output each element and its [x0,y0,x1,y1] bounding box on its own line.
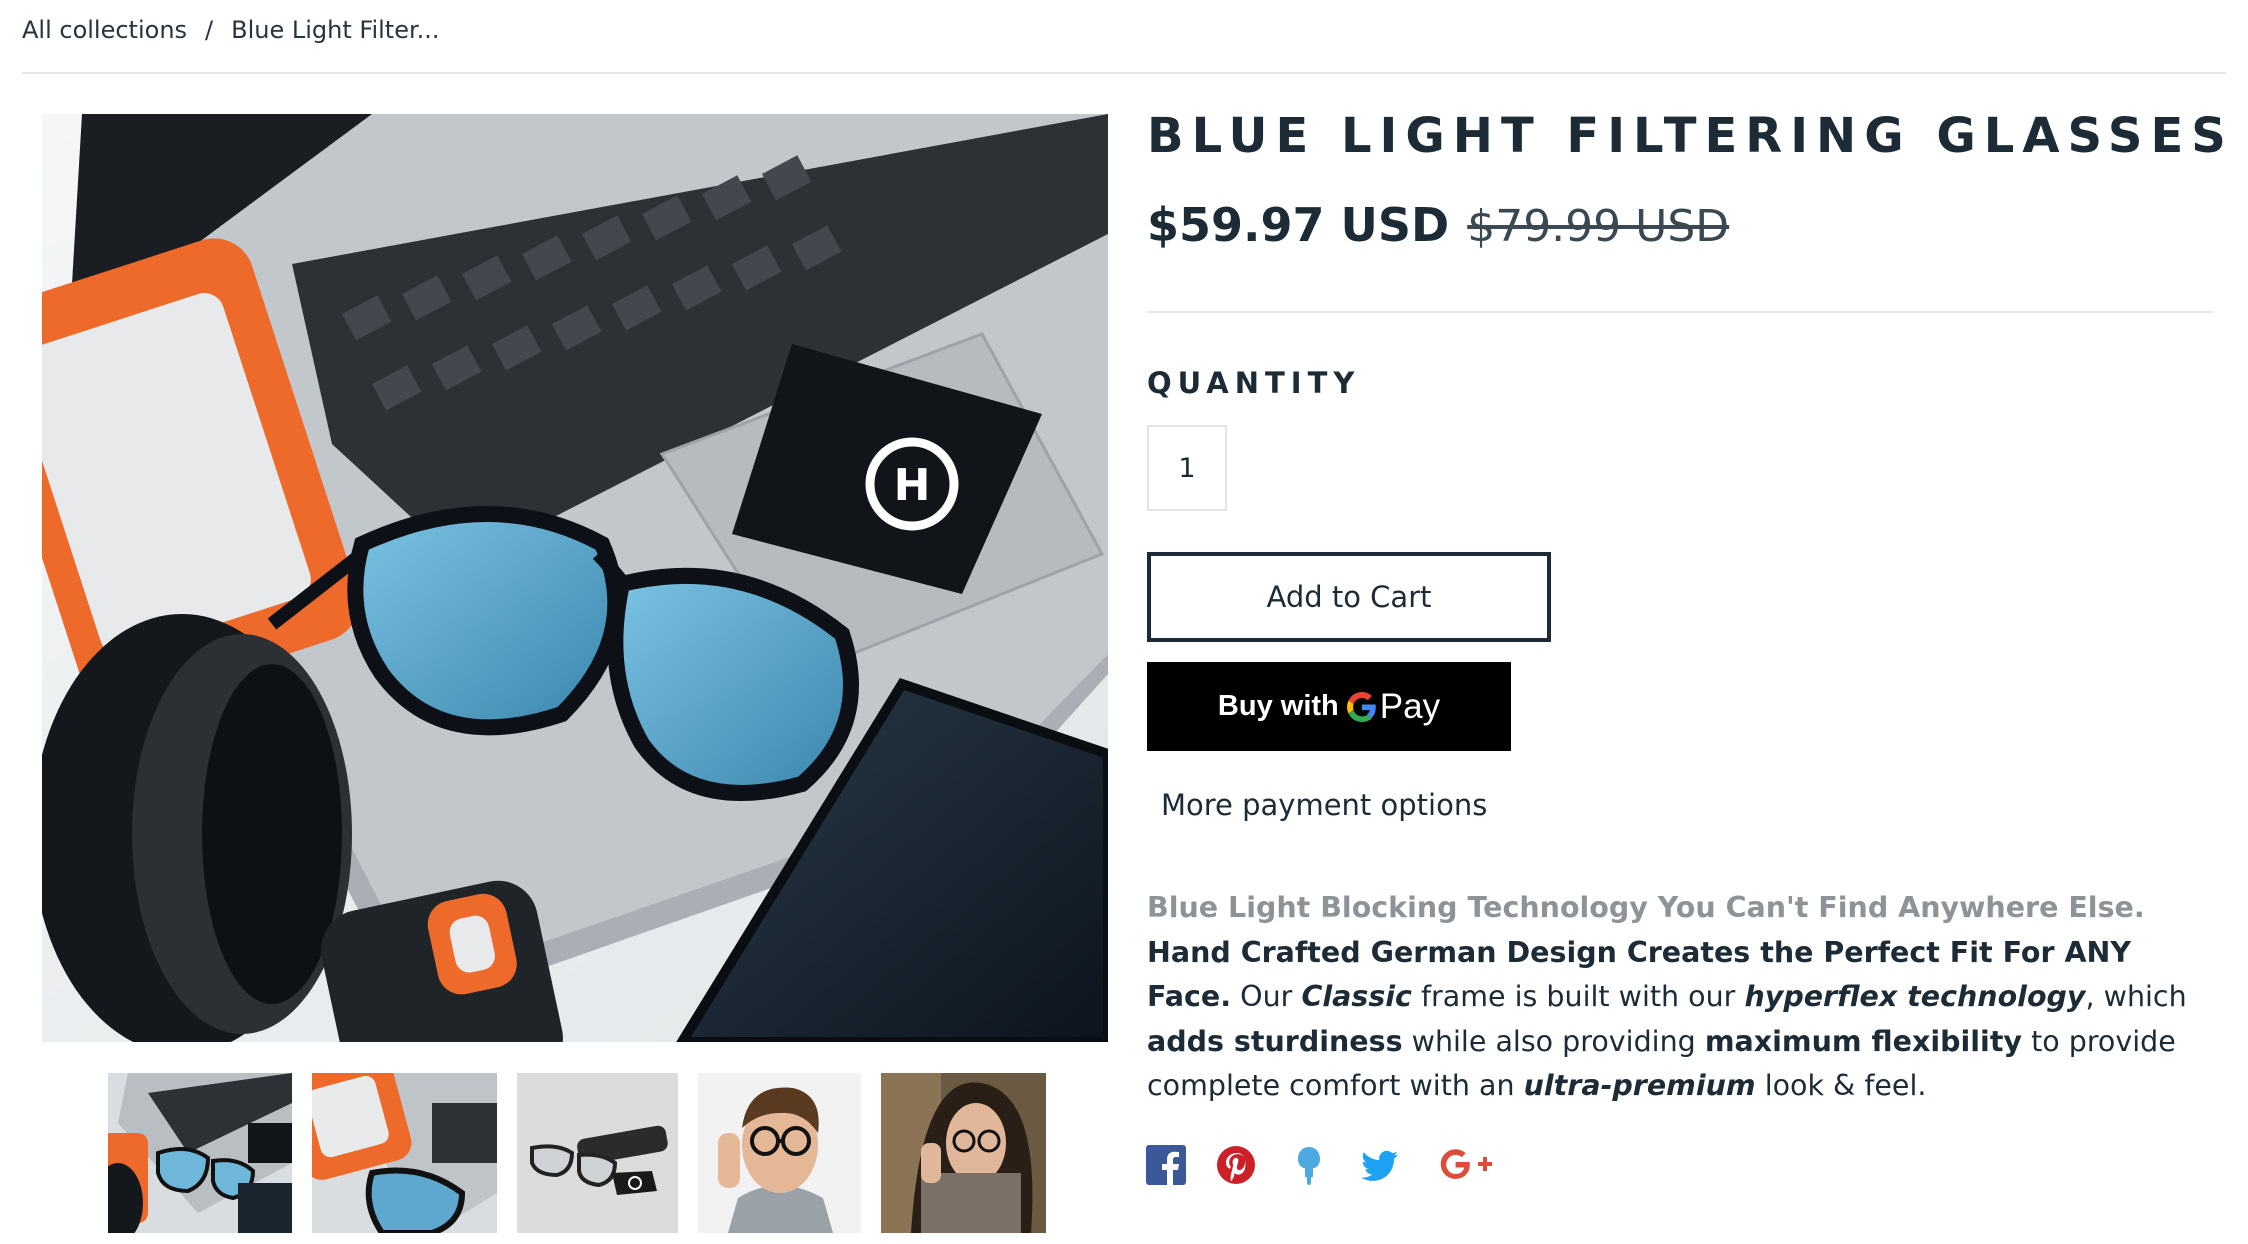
header-divider [22,72,2226,74]
twitter-icon[interactable] [1360,1145,1400,1185]
gpay-pay-label: Pay [1379,686,1441,726]
sale-price: $59.97 USD [1147,198,1450,252]
gpay-buy-with-label: Buy with [1217,690,1339,722]
description-text: while also providing [1411,1024,1696,1058]
facebook-icon[interactable] [1146,1145,1186,1185]
thumbnail-5[interactable] [881,1073,1046,1233]
description-bold: maximum flexibility [1704,1024,2023,1058]
google-g-icon [1346,691,1377,722]
quantity-label: QUANTITY [1147,366,1361,400]
breadcrumb-separator: / [205,16,214,44]
breadcrumb-current: Blue Light Filter... [231,16,440,44]
fancy-icon[interactable] [1289,1145,1329,1185]
buy-with-google-pay-button[interactable]: Buy with Pay [1147,662,1511,751]
thumbnail-3[interactable] [517,1073,678,1233]
description-emphasis: hyperflex technology [1744,980,2086,1013]
more-payment-options-link[interactable]: More payment options [1161,788,1487,822]
description-text: look & feel. [1764,1069,1927,1102]
product-title: BLUE LIGHT FILTERING GLASSES [1147,108,2234,164]
google-plus-icon[interactable] [1438,1145,1494,1185]
pinterest-icon[interactable] [1216,1145,1256,1185]
product-description: Blue Light Blocking Technology You Can't… [1147,886,2217,1109]
description-emphasis: ultra-premium [1523,1069,1756,1102]
compare-at-price: $79.99 USD [1467,201,1730,252]
description-tagline: Blue Light Blocking Technology You Can't… [1147,891,2145,924]
description-bold: adds sturdiness [1147,1024,1403,1058]
quantity-input[interactable] [1147,425,1227,511]
thumbnail-1[interactable] [108,1073,292,1233]
price-divider [1147,311,2213,313]
description-emphasis: Classic [1301,980,1412,1013]
description-text: frame is built with our [1421,980,1736,1013]
description-text: Our [1240,980,1293,1013]
breadcrumb-all-collections-link[interactable]: All collections [22,16,187,44]
thumbnail-4[interactable] [698,1073,861,1233]
thumbnail-2[interactable] [312,1073,497,1233]
add-to-cart-button[interactable]: Add to Cart [1147,552,1551,642]
svg-text:H: H [894,460,931,511]
price-row: $59.97 USD $79.99 USD [1147,198,1729,252]
description-text: , which [2085,980,2187,1013]
breadcrumb: All collections / Blue Light Filter... [22,12,440,48]
main-product-image[interactable]: H [42,114,1108,1042]
